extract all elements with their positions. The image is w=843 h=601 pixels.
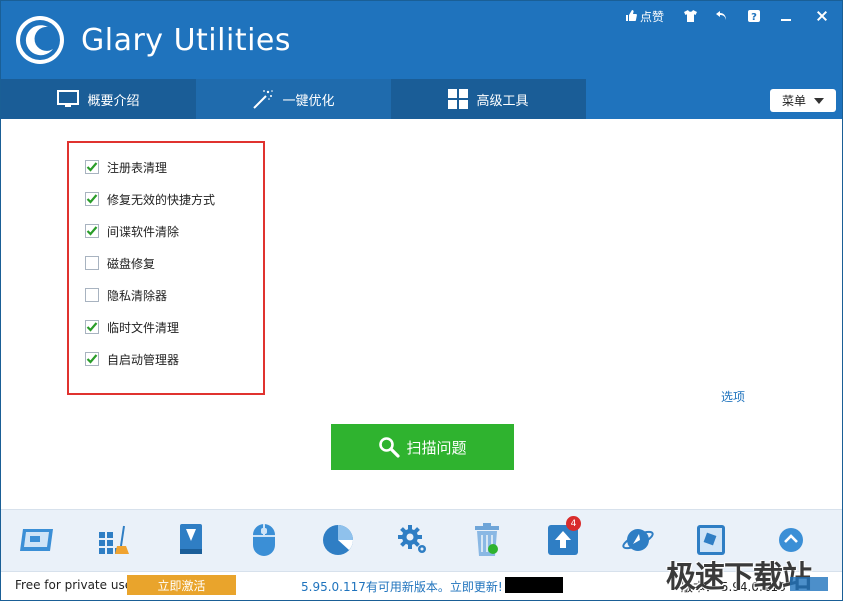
option-label: 注册表清理 [107,160,168,175]
tool-disk[interactable] [171,520,211,560]
drive-icon [180,524,202,554]
search-icon [379,437,401,458]
option-label: 间谍软件清除 [107,224,180,239]
activate-button[interactable]: 立即激活 [127,575,236,595]
menu-button[interactable]: 菜单 [770,89,836,112]
grid-icon [448,89,469,109]
monitor-icon [57,90,80,107]
svg-text:?: ? [751,12,757,22]
checkbox[interactable] [85,288,99,302]
like-label: 点赞 [639,9,664,24]
chevron-down-icon [814,97,824,104]
undo-icon [716,11,726,20]
main-content: 注册表清理 修复无效的快捷方式 间谍软件清除 磁盘修复 隐私清除器 临时文件清理… [1,119,842,509]
tab-overview[interactable]: 概要介绍 [1,79,196,119]
mouse-icon [253,524,275,556]
screen-icon [20,529,53,551]
glary-logo-icon [16,16,64,64]
nav-bar: 概要介绍 一键优化 高级工具 [1,79,842,119]
minimize-button[interactable] [770,1,802,31]
checkbox[interactable] [85,320,99,334]
tool-settings[interactable] [393,520,433,560]
like-button[interactable]: 点赞 [615,1,674,31]
tab-advanced-tools[interactable]: 高级工具 [391,79,586,119]
option-shortcut-fixer[interactable]: 修复无效的快捷方式 [85,190,215,208]
checkbox[interactable] [85,256,99,270]
update-link[interactable]: 5.95.0.117有可用新版本。立即更新! [301,578,503,595]
checkbox[interactable] [85,224,99,238]
checkbox[interactable] [85,352,99,366]
option-label: 隐私清除器 [107,288,168,303]
watermark-tag [790,577,828,591]
option-startup-manager[interactable]: 自启动管理器 [85,350,179,368]
check-icon [86,354,98,364]
check-icon [86,322,98,332]
tool-recycle[interactable] [467,520,507,560]
scan-problems-button[interactable]: 扫描问题 [331,424,514,470]
help-button[interactable]: ? [738,1,770,31]
option-registry-cleaner[interactable]: 注册表清理 [85,158,167,176]
option-temp-files-cleaner[interactable]: 临时文件清理 [85,318,179,336]
recycle-bin-icon [475,523,499,556]
close-button[interactable] [802,1,842,31]
undo-button[interactable] [706,1,738,31]
tool-mouse[interactable] [244,520,284,560]
shirt-icon [683,10,697,22]
tool-update[interactable]: 4 [543,516,583,560]
minimize-icon [781,19,791,21]
pie-chart-icon [323,525,353,555]
redacted-area [505,577,563,593]
gear-icon [398,525,426,553]
license-text: Free for private use [15,578,133,592]
option-disk-repair[interactable]: 磁盘修复 [85,254,155,272]
option-label: 临时文件清理 [107,320,180,335]
option-spyware-remover[interactable]: 间谍软件清除 [85,222,179,240]
magic-wand-icon [253,90,274,109]
tool-disk-analysis[interactable] [318,520,358,560]
planet-icon [622,529,654,551]
tab-one-click-label: 一键优化 [282,93,335,109]
check-icon [86,226,98,236]
thumbs-up-icon [625,10,637,21]
scan-button-label: 扫描问题 [406,438,467,457]
menu-label: 菜单 [781,94,806,108]
tool-disk-cleaner[interactable] [17,520,57,560]
check-icon [86,194,98,204]
tool-browser[interactable] [618,520,658,560]
checkbox[interactable] [85,160,99,174]
update-badge: 4 [566,516,581,531]
options-link[interactable]: 选项 [721,388,745,405]
title-bar-buttons: 点赞 ? [615,1,842,31]
checkbox[interactable] [85,192,99,206]
grid-broom-icon [99,525,129,554]
tab-advanced-tools-label: 高级工具 [476,93,529,109]
title-bar: Glary Utilities 点赞 ? [1,1,842,79]
tool-registry[interactable] [94,520,134,560]
close-icon [817,11,827,21]
tab-overview-label: 概要介绍 [87,93,140,109]
option-privacy-cleaner[interactable]: 隐私清除器 [85,286,167,304]
skin-button[interactable] [674,1,706,31]
tab-one-click[interactable]: 一键优化 [196,79,391,119]
help-icon: ? [748,10,760,22]
option-label: 修复无效的快捷方式 [107,192,216,207]
app-window: Glary Utilities 点赞 ? 概要介绍 一键优化 高级工具 菜单 注… [0,0,843,601]
check-icon [86,162,98,172]
option-label: 自启动管理器 [107,352,180,367]
option-label: 磁盘修复 [107,256,156,271]
app-title: Glary Utilities [81,23,291,58]
chevron-up-icon [779,528,803,552]
